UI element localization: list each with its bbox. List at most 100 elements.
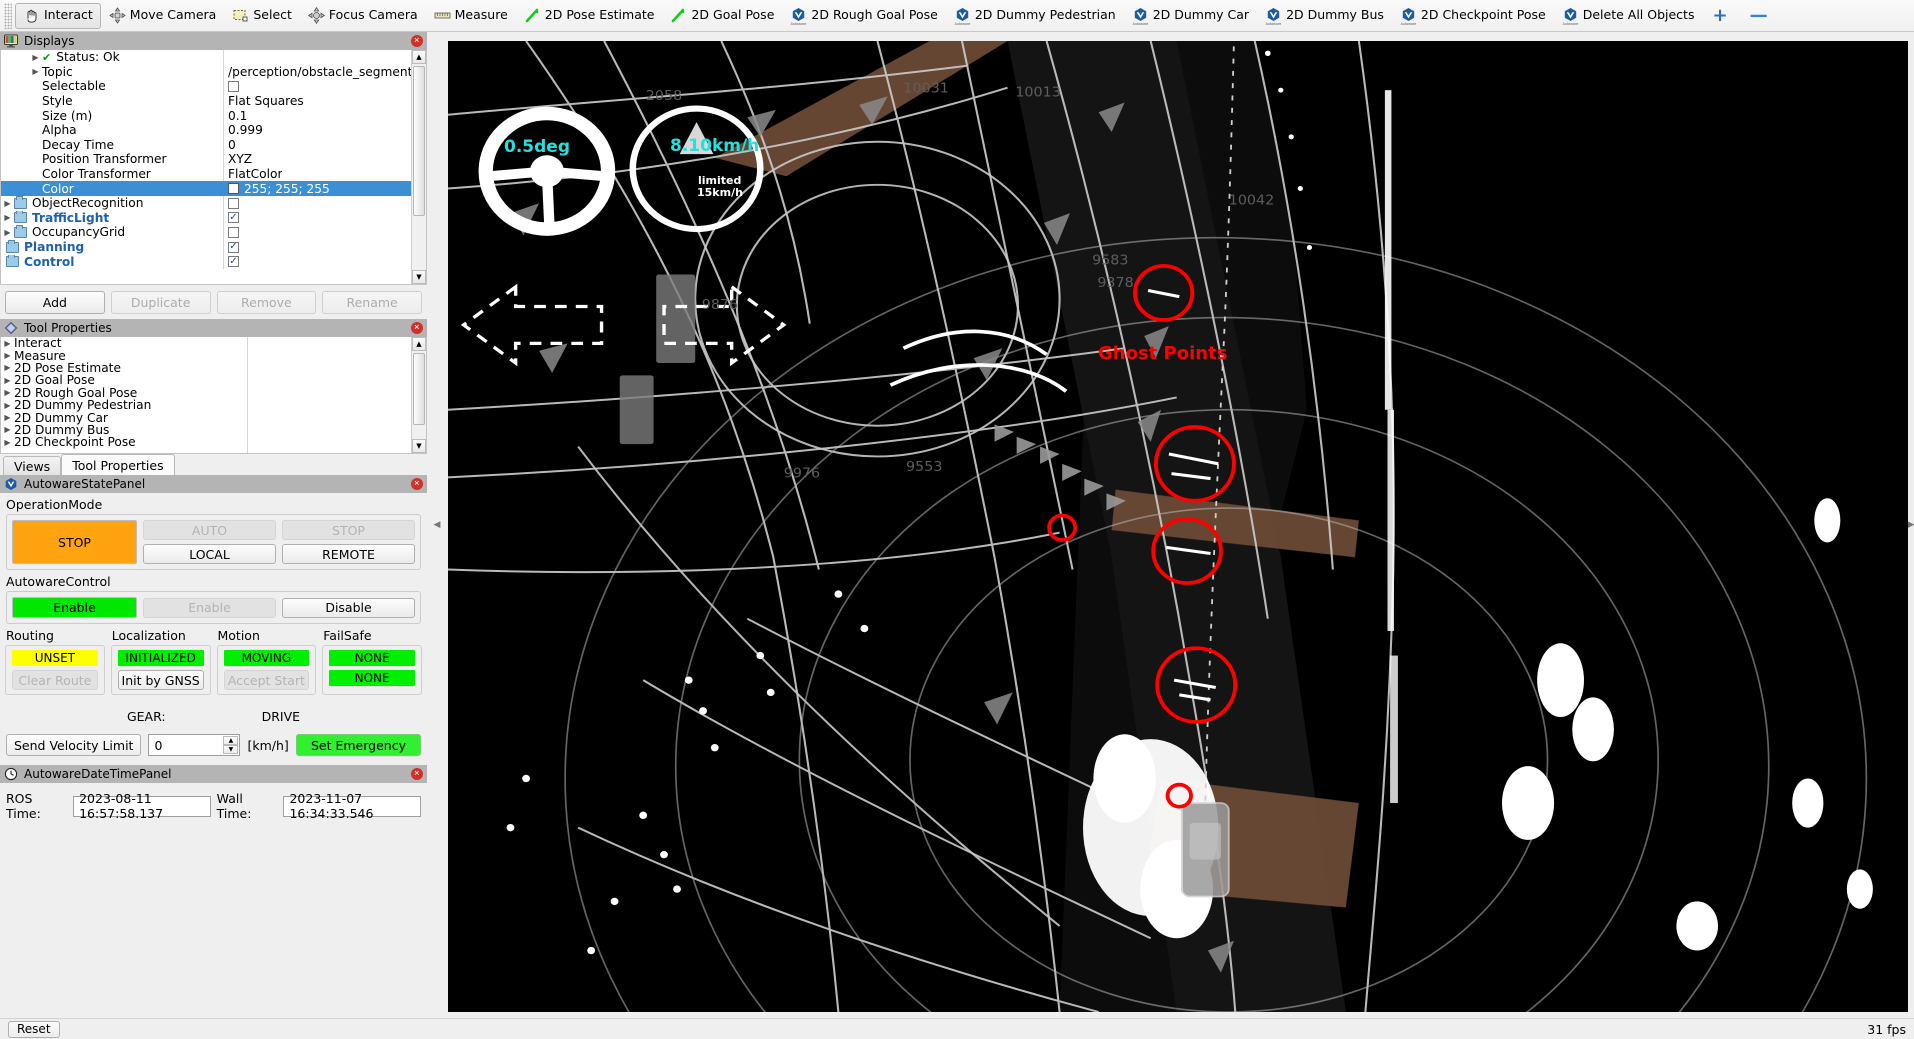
displays-row[interactable]: ▶StyleFlat Squares: [1, 94, 411, 109]
displays-row-value[interactable]: [223, 79, 411, 94]
state-panel-close-icon[interactable]: [411, 478, 423, 490]
wall-time-value[interactable]: 2023-11-07 16:34:33.546: [283, 796, 421, 817]
visibility-checkbox[interactable]: [228, 81, 239, 92]
expand-arrow-icon[interactable]: ▶: [1, 228, 14, 237]
toolbar-button-2d-dummy-car[interactable]: Autoware2D Dummy Car: [1124, 3, 1257, 29]
visibility-checkbox[interactable]: [228, 227, 239, 238]
toolbar-button-move-camera[interactable]: Move Camera: [101, 3, 225, 29]
stepper-down-icon[interactable]: ▼: [223, 745, 238, 754]
displays-row-value[interactable]: [223, 225, 411, 240]
tool-property-row[interactable]: ▶2D Goal Pose: [1, 374, 411, 386]
displays-row-value[interactable]: ✓: [223, 211, 411, 226]
visibility-checkbox[interactable]: ✓: [228, 242, 239, 253]
rename-button[interactable]: Rename: [322, 291, 422, 314]
control-enable-button[interactable]: Enable: [143, 598, 276, 618]
displays-row-value[interactable]: Flat Squares: [223, 94, 411, 109]
dock-splitter[interactable]: ◀: [432, 32, 442, 1018]
status-action-button[interactable]: Clear Route: [12, 670, 98, 690]
expand-arrow-icon[interactable]: ▶: [1, 425, 14, 434]
tab-tool-properties[interactable]: Tool Properties: [61, 454, 174, 475]
displays-tree[interactable]: ▶✔Status: Ok▶Topic/perception/obstacle_s…: [1, 50, 411, 284]
stepper-up-icon[interactable]: ▲: [223, 736, 238, 745]
displays-row[interactable]: Planning✓: [1, 240, 411, 255]
toolbar-button-delete-all-objects[interactable]: AutowareDelete All Objects: [1554, 3, 1703, 29]
displays-row-value[interactable]: ✓: [223, 240, 411, 255]
tool-property-row[interactable]: ▶2D Rough Goal Pose: [1, 387, 411, 399]
scroll-thumb[interactable]: [413, 66, 425, 216]
toolbar-button-2d-rough-goal-pose[interactable]: Autoware2D Rough Goal Pose: [782, 3, 945, 29]
scroll-thumb[interactable]: [413, 353, 425, 425]
displays-row-value[interactable]: 0: [223, 138, 411, 153]
toolbar-button-measure[interactable]: Measure: [426, 3, 516, 29]
displays-row-value[interactable]: ✓: [223, 254, 411, 269]
right-dock-splitter[interactable]: ▶: [1908, 32, 1914, 1018]
toolbar-button-focus-camera[interactable]: Focus Camera: [300, 3, 426, 29]
displays-row-value[interactable]: [223, 50, 411, 65]
displays-row[interactable]: ▶Position TransformerXYZ: [1, 152, 411, 167]
displays-scrollbar[interactable]: ▲ ▼: [411, 50, 426, 284]
operation-local-button[interactable]: LOCAL: [143, 544, 276, 564]
toolbar-button-select[interactable]: Select: [224, 3, 300, 29]
operation-remote-button[interactable]: REMOTE: [282, 544, 415, 564]
set-emergency-button[interactable]: Set Emergency: [296, 734, 421, 756]
displays-row[interactable]: Control✓: [1, 254, 411, 269]
add-tool-button[interactable]: +: [1712, 5, 1727, 26]
expand-arrow-icon[interactable]: ▶: [1, 199, 14, 208]
expand-arrow-icon[interactable]: ▶: [1, 388, 14, 397]
toolbar-button-2d-dummy-pedestrian[interactable]: Autoware2D Dummy Pedestrian: [946, 3, 1124, 29]
velocity-limit-stepper[interactable]: 0 ▲ ▼: [148, 734, 240, 756]
tool-property-row[interactable]: ▶2D Dummy Bus: [1, 424, 411, 436]
displays-row[interactable]: ▶Color255; 255; 255: [1, 181, 411, 196]
control-current[interactable]: Enable: [12, 597, 137, 618]
expand-arrow-icon[interactable]: ▶: [1, 363, 14, 372]
displays-close-icon[interactable]: [411, 35, 423, 47]
scroll-up-icon[interactable]: ▲: [412, 337, 426, 351]
tool-property-row[interactable]: ▶2D Checkpoint Pose: [1, 436, 411, 448]
remove-button[interactable]: Remove: [217, 291, 317, 314]
displays-row-value[interactable]: 255; 255; 255: [223, 181, 411, 196]
toolbar-button-2d-pose-estimate[interactable]: 2D Pose Estimate: [516, 3, 663, 29]
toolbar-button-interact[interactable]: Interact: [15, 3, 101, 29]
toolbar-button-2d-goal-pose[interactable]: 2D Goal Pose: [662, 3, 782, 29]
displays-row-value[interactable]: /perception/obstacle_segmentatio…: [223, 65, 411, 80]
control-disable-button[interactable]: Disable: [282, 598, 415, 618]
toolbar-button-2d-dummy-bus[interactable]: Autoware2D Dummy Bus: [1257, 3, 1392, 29]
displays-row[interactable]: ▶Color TransformerFlatColor: [1, 167, 411, 182]
expand-arrow-icon[interactable]: ▶: [1, 213, 14, 222]
tool-properties-scrollbar[interactable]: ▲ ▼: [411, 337, 426, 453]
displays-row-value[interactable]: 0.999: [223, 123, 411, 138]
ros-time-value[interactable]: 2023-08-11 16:57:58.137: [73, 796, 211, 817]
operation-mode-current[interactable]: STOP: [12, 520, 137, 564]
tool-property-row[interactable]: ▶2D Dummy Pedestrian: [1, 399, 411, 411]
send-velocity-limit-button[interactable]: Send Velocity Limit: [6, 734, 141, 756]
status-action-button[interactable]: Init by GNSS: [118, 670, 204, 690]
tab-views[interactable]: Views: [3, 456, 61, 475]
displays-row[interactable]: ▶Selectable: [1, 79, 411, 94]
displays-row[interactable]: ▶Topic/perception/obstacle_segmentatio…: [1, 65, 411, 80]
stepper-arrows[interactable]: ▲ ▼: [223, 736, 238, 754]
tool-properties-list[interactable]: ▶Interact▶Measure▶2D Pose Estimate▶2D Go…: [1, 337, 411, 453]
tool-property-row[interactable]: ▶Interact: [1, 337, 411, 349]
remove-tool-button[interactable]: —: [1750, 5, 1768, 26]
expand-arrow-icon[interactable]: ▶: [29, 67, 42, 76]
expand-arrow-icon[interactable]: ▶: [1, 376, 14, 385]
expand-arrow-icon[interactable]: ▶: [1, 339, 14, 348]
add-button[interactable]: Add: [5, 291, 105, 314]
visibility-checkbox[interactable]: [228, 198, 239, 209]
displays-row-value[interactable]: XYZ: [223, 152, 411, 167]
tool-properties-close-icon[interactable]: [411, 322, 423, 334]
displays-row-value[interactable]: FlatColor: [223, 167, 411, 182]
tool-property-row[interactable]: ▶2D Pose Estimate: [1, 362, 411, 374]
scroll-up-icon[interactable]: ▲: [412, 50, 426, 64]
displays-row[interactable]: ▶Alpha0.999: [1, 123, 411, 138]
tool-property-row[interactable]: ▶2D Dummy Car: [1, 411, 411, 423]
visibility-checkbox[interactable]: ✓: [228, 256, 239, 267]
status-action-button[interactable]: Accept Start: [224, 670, 310, 690]
visibility-checkbox[interactable]: ✓: [228, 212, 239, 223]
toolbar-button-2d-checkpoint-pose[interactable]: Autoware2D Checkpoint Pose: [1392, 3, 1554, 29]
displays-row-value[interactable]: 0.1: [223, 108, 411, 123]
displays-row[interactable]: ▶✔Status: Ok: [1, 50, 411, 65]
duplicate-button[interactable]: Duplicate: [111, 291, 211, 314]
toolbar-drag-grip[interactable]: [4, 3, 12, 29]
expand-arrow-icon[interactable]: ▶: [29, 53, 42, 62]
